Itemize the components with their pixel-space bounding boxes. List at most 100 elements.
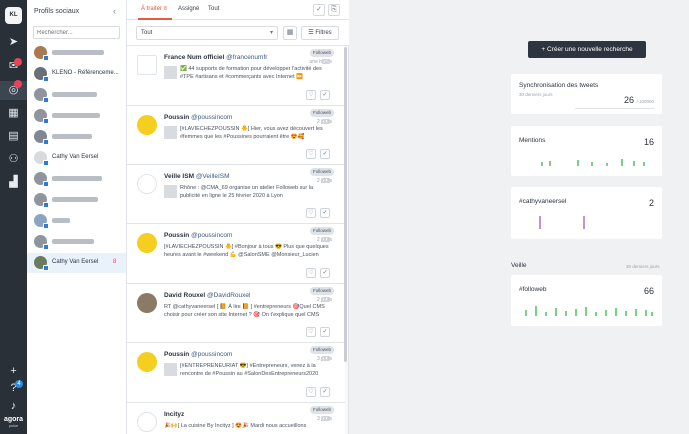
export-icon[interactable]: ⎘: [328, 4, 340, 16]
post-author[interactable]: Veille ISM @VeilleISM: [164, 173, 230, 180]
post-thumbnail[interactable]: [164, 126, 177, 139]
filters-button[interactable]: ☰ Filtres: [301, 26, 339, 40]
post-author[interactable]: Poussin @poussincom: [164, 351, 232, 358]
feed-post[interactable]: Veille ISM @VeilleISM Followeb 2 jours Rhôn…: [127, 165, 345, 224]
feed-post[interactable]: David Rouxel @DavidRouxel Followeb 2 jours…: [127, 284, 345, 343]
profile-item[interactable]: [27, 211, 126, 231]
reports-icon[interactable]: ▟: [6, 175, 21, 190]
feed-post[interactable]: Poussin @poussincom Followeb 2 jours [#LAVI…: [127, 106, 345, 165]
team-icon[interactable]: ⚇: [6, 152, 21, 167]
more-options-icon[interactable]: [322, 237, 330, 242]
notifications-icon[interactable]: ♪: [6, 399, 21, 414]
heart-icon[interactable]: ♡: [306, 387, 316, 397]
heart-icon[interactable]: ♡: [306, 90, 316, 100]
hashtag-card[interactable]: #cathyvaneersel 2: [511, 187, 662, 239]
check-icon[interactable]: ✓: [320, 90, 330, 100]
heart-icon[interactable]: ♡: [306, 208, 316, 218]
profile-name-redacted: [52, 50, 104, 55]
spark-bar: [635, 309, 637, 316]
account-logo[interactable]: KL: [5, 7, 22, 24]
planner-icon[interactable]: ▤: [6, 129, 21, 144]
author-avatar[interactable]: [137, 233, 157, 253]
post-thumbnail[interactable]: [164, 363, 177, 376]
author-avatar[interactable]: [137, 174, 157, 194]
profiles-panel: Profils sociaux ‹ KLENO - Référenceme...…: [27, 0, 127, 434]
profile-item[interactable]: [27, 232, 126, 252]
spark-bar: [645, 310, 647, 316]
profile-item[interactable]: [27, 106, 126, 126]
heart-icon[interactable]: ♡: [306, 268, 316, 278]
check-icon[interactable]: ✓: [320, 268, 330, 278]
profiles-search-input[interactable]: [33, 26, 120, 39]
create-search-button[interactable]: + Créer une nouvelle recherche: [528, 41, 646, 58]
feed-post[interactable]: Incityz Followeb 3 jours 🎉🙌[ La cuisine By…: [127, 403, 345, 434]
feed-filter-select[interactable]: Tout ▾: [136, 26, 278, 40]
author-avatar[interactable]: [137, 293, 157, 313]
chevron-left-icon[interactable]: ‹: [113, 6, 116, 16]
mentions-card[interactable]: Mentions 16: [511, 126, 662, 176]
followeb-tag: Followeb: [310, 168, 335, 176]
followeb-card[interactable]: #followeb 66: [511, 275, 662, 326]
author-name: David Rouxel: [164, 292, 206, 299]
profile-name-redacted: [52, 176, 102, 181]
post-author[interactable]: France Num officiel @francenumfr: [164, 54, 267, 61]
more-options-icon[interactable]: [322, 416, 330, 421]
feed-post[interactable]: Poussin @poussincom Followeb 2 jours [#LAVI…: [127, 224, 345, 284]
sync-max: / 100000: [636, 99, 654, 104]
add-icon[interactable]: +: [6, 364, 21, 379]
more-options-icon[interactable]: [322, 119, 330, 124]
more-options-icon[interactable]: [322, 356, 330, 361]
feed-post[interactable]: France Num officiel @francenumfr Followeb…: [127, 46, 345, 106]
profile-name: KLENO - Référenceme...: [52, 70, 119, 76]
more-options-icon[interactable]: [322, 178, 330, 183]
author-avatar[interactable]: [137, 352, 157, 372]
feed-post[interactable]: Poussin @poussincom Followeb 3 jours [#ENTR…: [127, 343, 345, 403]
heart-icon[interactable]: ♡: [306, 327, 316, 337]
publish-icon[interactable]: ➤: [6, 35, 21, 50]
more-options-icon[interactable]: [322, 59, 330, 64]
feed-toolbar: Tout ▾ ▦ ☰ Filtres: [127, 20, 349, 46]
feed-scrollbar[interactable]: [344, 47, 347, 362]
post-thumbnail[interactable]: [164, 185, 177, 198]
profile-item[interactable]: [27, 85, 126, 105]
network-icon: [43, 118, 49, 124]
check-icon[interactable]: ✓: [320, 208, 330, 218]
more-options-icon[interactable]: [322, 297, 330, 302]
profile-item[interactable]: [27, 169, 126, 189]
author-avatar[interactable]: [137, 55, 157, 75]
check-icon[interactable]: ✓: [320, 327, 330, 337]
feed-panel: À traiter 8 Assigné Tout ✓ ⎘ Tout ▾ ▦ ☰ F…: [127, 0, 349, 434]
spark-bar: [525, 310, 527, 316]
calendar-icon[interactable]: ▦: [6, 106, 21, 121]
author-avatar[interactable]: [137, 115, 157, 135]
profile-item[interactable]: [27, 190, 126, 210]
profile-item[interactable]: KLENO - Référenceme...: [27, 64, 126, 84]
followeb-tag: Followeb: [310, 287, 335, 295]
author-avatar[interactable]: [137, 412, 157, 432]
heart-icon[interactable]: ♡: [306, 149, 316, 159]
tab-tout[interactable]: Tout: [208, 6, 219, 12]
veille-subtitle: 30 derniers jours: [626, 264, 660, 269]
post-author[interactable]: Poussin @poussincom: [164, 232, 232, 239]
post-text: 🎉🙌[ La cuisine By Incityz ] 😍🎉 Mardi nou…: [164, 423, 307, 429]
profile-item[interactable]: [27, 43, 126, 63]
tab-a-traiter[interactable]: À traiter 8: [141, 6, 167, 12]
tab-assigne[interactable]: Assigné: [178, 6, 199, 12]
tab-label: À traiter: [141, 6, 163, 12]
profile-item[interactable]: [27, 127, 126, 147]
post-author[interactable]: David Rouxel @DavidRouxel: [164, 292, 250, 299]
feed-tabs: À traiter 8 Assigné Tout ✓ ⎘: [127, 0, 349, 20]
hashtag-value: 2: [648, 198, 654, 208]
check-icon[interactable]: ✓: [320, 149, 330, 159]
post-author[interactable]: Incityz: [164, 411, 184, 418]
calendar-filter-icon[interactable]: ▦: [283, 26, 297, 40]
monitoring-main: + Créer une nouvelle recherche Synchroni…: [350, 0, 689, 434]
profile-item[interactable]: Cathy Van Eersel 8: [27, 253, 126, 273]
followeb-tag: Followeb: [310, 109, 335, 117]
post-thumbnail[interactable]: [164, 66, 177, 79]
post-author[interactable]: Poussin @poussincom: [164, 114, 232, 121]
check-all-icon[interactable]: ✓: [313, 4, 325, 16]
followeb-tag: Followeb: [310, 227, 335, 235]
profile-item[interactable]: Cathy Van Eersel: [27, 148, 126, 168]
check-icon[interactable]: ✓: [320, 387, 330, 397]
